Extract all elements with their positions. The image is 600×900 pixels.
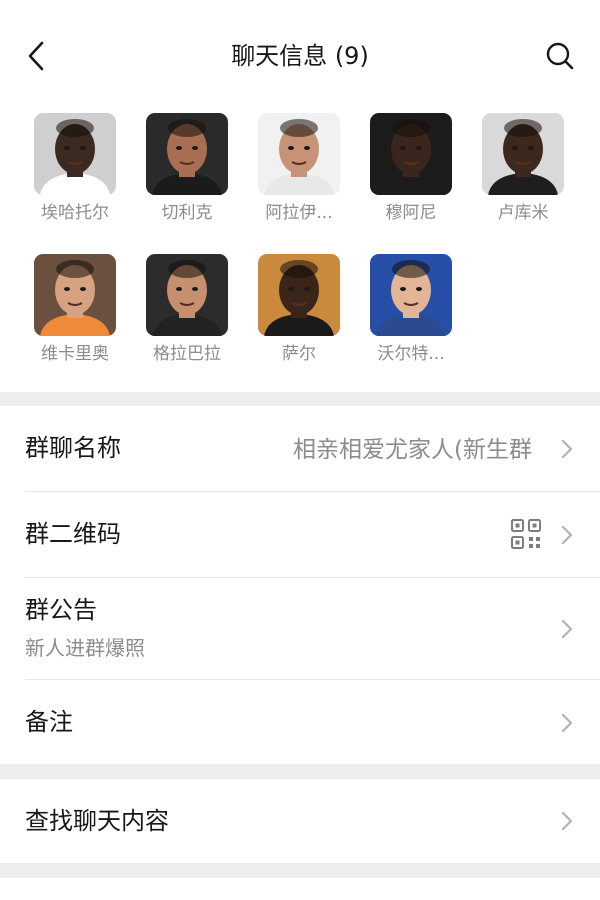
- remark-label: 备注: [25, 708, 73, 736]
- search-button[interactable]: [542, 38, 578, 74]
- member-item[interactable]: 格拉巴拉: [131, 254, 243, 366]
- member-item[interactable]: 维卡里奥: [19, 254, 131, 366]
- member-name: 穆阿尼: [385, 203, 437, 223]
- group-qr-label: 群二维码: [25, 520, 121, 548]
- chevron-right-icon: [561, 439, 573, 459]
- avatar: [34, 113, 116, 195]
- group-announcement-row[interactable]: 群公告 新人进群爆照: [0, 578, 600, 679]
- member-item[interactable]: 沃尔特...: [355, 254, 467, 366]
- avatar: [146, 254, 228, 336]
- member-name: 埃哈托尔: [41, 203, 109, 223]
- group-name-value: 相亲相爱尤家人(新生群: [293, 437, 532, 463]
- member-name: 卢库米: [497, 203, 549, 223]
- search-chat-content-row[interactable]: 查找聊天内容: [0, 779, 600, 863]
- member-name: 格拉巴拉: [153, 344, 221, 364]
- qr-code-icon: [511, 519, 541, 549]
- chevron-right-icon: [561, 713, 573, 733]
- member-item[interactable]: 切利克: [131, 113, 243, 225]
- group-name-label: 群聊名称: [25, 434, 121, 462]
- chat-info-header-area: 聊天信息 (9) 埃哈托尔 切利克 阿拉伊... 穆阿尼 卢库米维卡里奥 格拉巴拉 萨尔 沃尔…: [0, 0, 600, 392]
- avatar: [370, 113, 452, 195]
- member-item[interactable]: 埃哈托尔: [19, 113, 131, 225]
- group-name-row[interactable]: 群聊名称 相亲相爱尤家人(新生群: [0, 406, 600, 491]
- member-item[interactable]: 萨尔: [243, 254, 355, 366]
- search-history-section: 查找聊天内容: [0, 779, 600, 863]
- search-chat-content-label: 查找聊天内容: [25, 807, 169, 835]
- group-settings-section: 群聊名称 相亲相爱尤家人(新生群 群二维码 群公告 新人进群爆照 备注: [0, 406, 600, 764]
- chevron-right-icon: [561, 811, 573, 831]
- member-item[interactable]: 穆阿尼: [355, 113, 467, 225]
- member-item[interactable]: 阿拉伊...: [243, 113, 355, 225]
- member-name: 沃尔特...: [377, 344, 445, 364]
- navbar: 聊天信息 (9): [0, 0, 600, 110]
- member-name: 萨尔: [282, 344, 316, 364]
- group-qr-row[interactable]: 群二维码: [0, 492, 600, 577]
- search-icon: [546, 42, 574, 70]
- avatar: [146, 113, 228, 195]
- member-item[interactable]: 卢库米: [467, 113, 579, 225]
- chevron-right-icon: [561, 525, 573, 545]
- avatar: [482, 113, 564, 195]
- member-name: 阿拉伊...: [265, 203, 333, 223]
- group-announcement-content: 新人进群爆照: [25, 636, 145, 660]
- member-name: 切利克: [161, 203, 213, 223]
- chevron-right-icon: [561, 619, 573, 639]
- member-name: 维卡里奥: [41, 344, 109, 364]
- avatar: [34, 254, 116, 336]
- remark-row[interactable]: 备注: [0, 680, 600, 764]
- avatar: [258, 113, 340, 195]
- avatar: [258, 254, 340, 336]
- avatar: [370, 254, 452, 336]
- page-title: 聊天信息 (9): [231, 42, 369, 70]
- next-section-edge: [0, 878, 600, 900]
- group-announcement-label: 群公告: [25, 596, 97, 624]
